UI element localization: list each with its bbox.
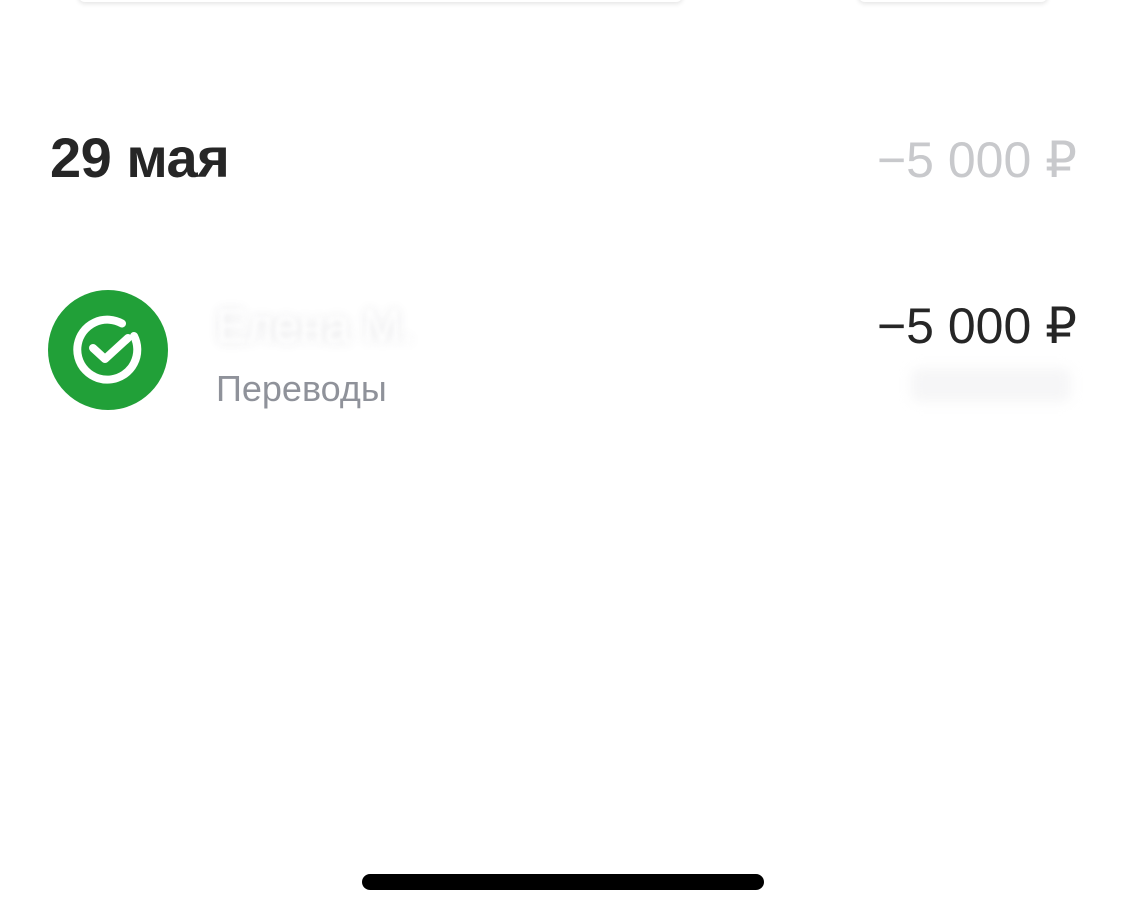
- home-indicator[interactable]: [362, 874, 764, 890]
- transaction-category: Переводы: [216, 368, 387, 409]
- date-title: 29 мая: [50, 126, 230, 189]
- date-section-header: 29 мая −5 000 ₽: [0, 118, 1125, 198]
- sber-check-icon: [48, 290, 168, 410]
- date-total-amount: −5 000 ₽: [876, 132, 1077, 188]
- transaction-recipient-name: Елена М.: [216, 300, 414, 352]
- transaction-amount: −5 000 ₽: [876, 298, 1077, 354]
- transaction-row[interactable]: Елена М. Переводы −5 000 ₽: [0, 280, 1125, 420]
- top-segment-chip-left[interactable]: [78, 0, 683, 2]
- top-segment-chip-right[interactable]: [858, 0, 1048, 2]
- transaction-subtext-redacted: [911, 368, 1071, 402]
